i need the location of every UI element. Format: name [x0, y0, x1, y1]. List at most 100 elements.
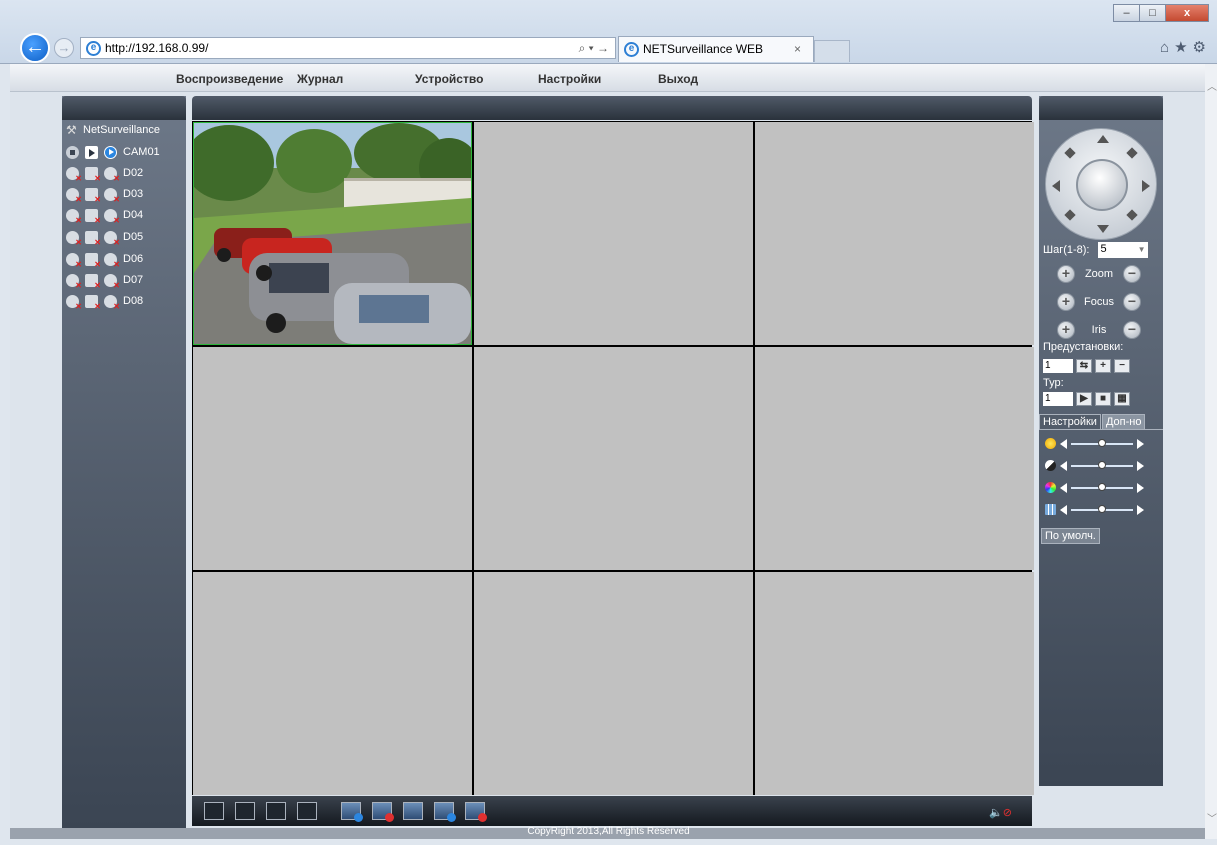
ptz-up-right-icon[interactable] — [1126, 147, 1138, 159]
menu-log[interactable]: Журнал — [297, 72, 343, 86]
video-cell-empty[interactable] — [193, 347, 472, 570]
focus-out-button[interactable]: − — [1123, 293, 1141, 311]
forward-button[interactable]: → — [54, 38, 74, 58]
ptz-center-button[interactable] — [1076, 159, 1128, 211]
slider-knob[interactable] — [1098, 460, 1106, 469]
disconnected-icon[interactable] — [66, 230, 82, 247]
disconnected-icon[interactable] — [66, 252, 82, 269]
decrease-icon[interactable] — [1060, 460, 1067, 471]
gear-icon[interactable]: ⚙ — [1193, 39, 1211, 56]
layout-4-button[interactable] — [266, 802, 286, 820]
tab-close-icon[interactable]: × — [794, 37, 801, 61]
close-window-button[interactable]: x — [1165, 4, 1209, 22]
disconnected-icon[interactable] — [66, 187, 82, 204]
ptz-down-icon[interactable] — [1097, 225, 1109, 233]
channel-row[interactable]: D07 — [66, 272, 143, 290]
ptz-up-icon[interactable] — [1097, 135, 1109, 143]
audio-toggle[interactable]: 🔈⊘ — [989, 804, 1012, 819]
play-all-button[interactable] — [341, 802, 363, 822]
decrease-icon[interactable] — [1060, 438, 1067, 449]
tree-root[interactable]: ⚒ NetSurveillance — [66, 123, 160, 137]
video-cell-empty[interactable] — [755, 347, 1034, 570]
layout-1-button[interactable] — [235, 802, 255, 820]
scroll-up-icon[interactable]: ︿ — [1207, 78, 1217, 93]
increase-icon[interactable] — [1137, 460, 1144, 471]
video-cell-empty[interactable] — [474, 572, 753, 795]
home-icon[interactable]: ⌂ — [1160, 39, 1174, 56]
step-select[interactable]: 5 — [1097, 242, 1148, 258]
disconnected-icon[interactable] — [104, 252, 120, 269]
preset-add-button[interactable]: + — [1095, 359, 1111, 373]
saturation-slider[interactable] — [1045, 482, 1159, 493]
disconnected-icon[interactable] — [104, 208, 120, 225]
back-button[interactable]: ← — [20, 33, 50, 63]
layout-9-button[interactable] — [297, 802, 317, 820]
increase-icon[interactable] — [1137, 504, 1144, 515]
slider-knob[interactable] — [1098, 438, 1106, 447]
disconnected-icon[interactable] — [66, 166, 82, 183]
tour-stop-button[interactable]: ■ — [1095, 392, 1111, 406]
video-cell-camera[interactable] — [193, 122, 472, 345]
maximize-button[interactable]: □ — [1139, 4, 1166, 22]
disconnected-icon[interactable] — [66, 294, 82, 311]
stop-record-button[interactable] — [465, 802, 487, 822]
disconnected-icon[interactable] — [66, 208, 82, 225]
search-dropdown-icon[interactable]: ⌕ ▾ → — [579, 38, 609, 58]
ptz-down-left-icon[interactable] — [1064, 209, 1076, 221]
video-cell-empty[interactable] — [755, 122, 1034, 345]
iris-open-button[interactable]: + — [1057, 321, 1075, 339]
contrast-slider[interactable] — [1045, 460, 1159, 471]
video-cell-empty[interactable] — [474, 347, 753, 570]
address-bar[interactable]: e http://192.168.0.99/ ⌕ ▾ → — [80, 37, 616, 59]
brightness-slider[interactable] — [1045, 438, 1159, 449]
increase-icon[interactable] — [1137, 482, 1144, 493]
channel-row[interactable]: D08 — [66, 293, 143, 311]
menu-exit[interactable]: Выход — [658, 72, 698, 86]
video-cell-empty[interactable] — [474, 122, 753, 345]
minimize-button[interactable]: – — [1113, 4, 1140, 22]
ptz-direction-wheel[interactable] — [1045, 128, 1157, 240]
zoom-out-button[interactable]: − — [1123, 265, 1141, 283]
fullscreen-button[interactable] — [204, 802, 224, 820]
stop-all-button[interactable] — [372, 802, 394, 822]
preset-remove-button[interactable]: − — [1114, 359, 1130, 373]
browser-tab[interactable]: e NETSurveillance WEB × — [618, 36, 814, 62]
video-cell-empty[interactable] — [755, 572, 1034, 795]
tour-input[interactable]: 1 — [1043, 392, 1073, 406]
disconnected-icon[interactable] — [104, 187, 120, 204]
disconnected-icon[interactable] — [104, 273, 120, 290]
live-icon[interactable] — [104, 145, 117, 159]
video-cell-empty[interactable] — [193, 572, 472, 795]
record-disabled-icon[interactable] — [85, 208, 101, 225]
tab-extra[interactable]: Доп-но — [1101, 414, 1146, 430]
slider-knob[interactable] — [1098, 504, 1106, 513]
disconnected-icon[interactable] — [104, 230, 120, 247]
slider-knob[interactable] — [1098, 482, 1106, 491]
decrease-icon[interactable] — [1060, 482, 1067, 493]
preset-goto-button[interactable]: ⇆ — [1076, 359, 1092, 373]
focus-in-button[interactable]: + — [1057, 293, 1075, 311]
iris-close-button[interactable]: − — [1123, 321, 1141, 339]
record-disabled-icon[interactable] — [85, 252, 101, 269]
decrease-icon[interactable] — [1060, 504, 1067, 515]
disconnected-icon[interactable] — [104, 294, 120, 311]
menu-device[interactable]: Устройство — [415, 72, 483, 86]
hue-slider[interactable] — [1045, 504, 1159, 515]
play-icon[interactable] — [85, 145, 98, 159]
ptz-right-icon[interactable] — [1142, 180, 1150, 192]
tab-settings[interactable]: Настройки — [1039, 414, 1101, 430]
preset-input[interactable]: 1 — [1043, 359, 1073, 373]
zoom-in-button[interactable]: + — [1057, 265, 1075, 283]
menu-playback[interactable]: Воспроизведение — [176, 72, 283, 86]
stop-icon[interactable] — [66, 145, 79, 159]
disconnected-icon[interactable] — [104, 166, 120, 183]
menu-settings[interactable]: Настройки — [538, 72, 601, 86]
tour-grid-button[interactable]: ▦ — [1114, 392, 1130, 406]
new-tab-button[interactable] — [814, 40, 850, 62]
ptz-left-icon[interactable] — [1052, 180, 1060, 192]
record-button[interactable] — [434, 802, 456, 822]
channel-row[interactable]: D03 — [66, 186, 143, 204]
disconnected-icon[interactable] — [66, 273, 82, 290]
record-disabled-icon[interactable] — [85, 187, 101, 204]
page-scrollbar[interactable]: ︿ ﹀ — [1205, 64, 1217, 839]
